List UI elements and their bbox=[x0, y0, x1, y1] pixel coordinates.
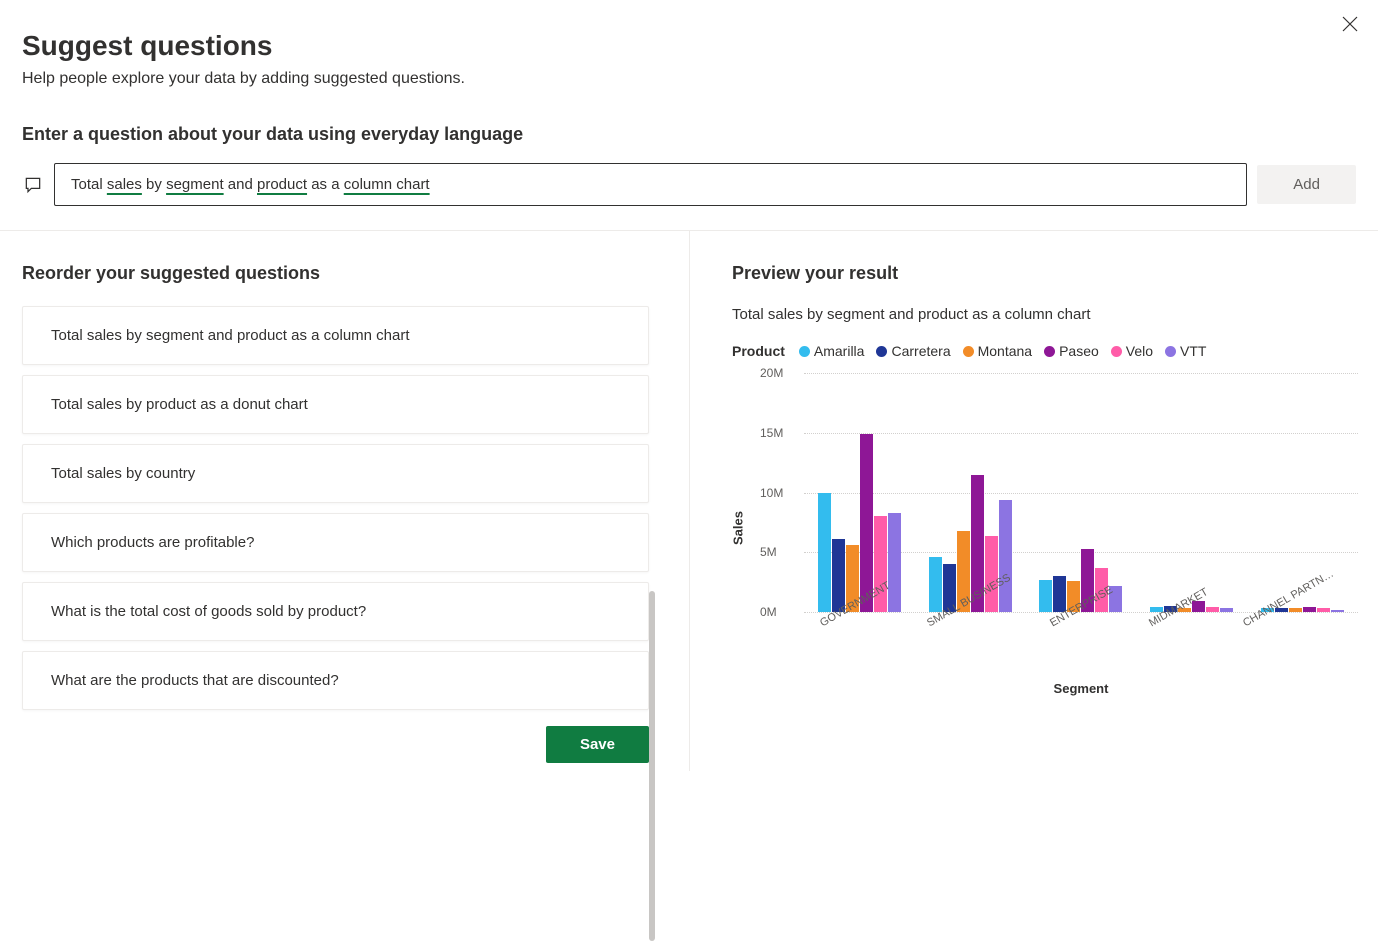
preview-subtitle: Total sales by segment and product as a … bbox=[732, 306, 1358, 323]
bar-group bbox=[1039, 373, 1122, 612]
questions-list: Total sales by segment and product as a … bbox=[22, 306, 649, 710]
legend-item: Carretera bbox=[876, 343, 950, 359]
bar bbox=[860, 434, 873, 612]
x-axis-label: Segment bbox=[804, 681, 1358, 696]
scrollbar[interactable] bbox=[649, 591, 655, 941]
bar bbox=[929, 557, 942, 612]
y-tick: 0M bbox=[760, 605, 777, 619]
y-axis-label: Sales bbox=[731, 511, 746, 545]
bar bbox=[1039, 580, 1052, 612]
question-card[interactable]: What is the total cost of goods sold by … bbox=[22, 582, 649, 641]
bar bbox=[832, 539, 845, 612]
chat-icon bbox=[22, 174, 44, 196]
prompt-label: Enter a question about your data using e… bbox=[22, 124, 1356, 145]
bar bbox=[1331, 610, 1344, 612]
y-tick: 20M bbox=[760, 366, 783, 380]
bar bbox=[1206, 607, 1219, 612]
reorder-title: Reorder your suggested questions bbox=[22, 263, 649, 284]
bar-group bbox=[818, 373, 901, 612]
column-chart: Sales 0M5M10M15M20M GOVERNMENTSMALL BUSI… bbox=[752, 373, 1358, 683]
question-card[interactable]: What are the products that are discounte… bbox=[22, 651, 649, 710]
y-tick: 5M bbox=[760, 545, 777, 559]
legend-item: Montana bbox=[963, 343, 1032, 359]
close-icon bbox=[1342, 16, 1358, 32]
page-title: Suggest questions bbox=[22, 30, 1356, 62]
bar bbox=[818, 493, 831, 613]
question-input[interactable]: Total sales by segment and product as a … bbox=[54, 163, 1247, 206]
page-subtitle: Help people explore your data by adding … bbox=[22, 70, 1356, 88]
bar bbox=[888, 513, 901, 612]
bar bbox=[1317, 608, 1330, 612]
y-tick: 15M bbox=[760, 426, 783, 440]
question-card[interactable]: Which products are profitable? bbox=[22, 513, 649, 572]
legend-item: Velo bbox=[1111, 343, 1153, 359]
question-card[interactable]: Total sales by segment and product as a … bbox=[22, 306, 649, 365]
save-button[interactable]: Save bbox=[546, 726, 649, 763]
bar-group bbox=[1150, 373, 1233, 612]
bar bbox=[1289, 608, 1302, 612]
legend-item: VTT bbox=[1165, 343, 1206, 359]
y-tick: 10M bbox=[760, 486, 783, 500]
question-card[interactable]: Total sales by product as a donut chart bbox=[22, 375, 649, 434]
close-button[interactable] bbox=[1340, 14, 1360, 34]
legend-item: Paseo bbox=[1044, 343, 1099, 359]
add-button[interactable]: Add bbox=[1257, 165, 1356, 204]
question-card[interactable]: Total sales by country bbox=[22, 444, 649, 503]
legend-label: Product bbox=[732, 343, 785, 359]
bar bbox=[985, 536, 998, 612]
legend-item: Amarilla bbox=[799, 343, 865, 359]
bar bbox=[1053, 576, 1066, 612]
bar bbox=[1303, 607, 1316, 612]
preview-title: Preview your result bbox=[732, 263, 1358, 284]
chart-legend: Product Amarilla Carretera Montana Paseo… bbox=[732, 343, 1358, 359]
bar bbox=[1220, 608, 1233, 612]
bar bbox=[999, 500, 1012, 612]
